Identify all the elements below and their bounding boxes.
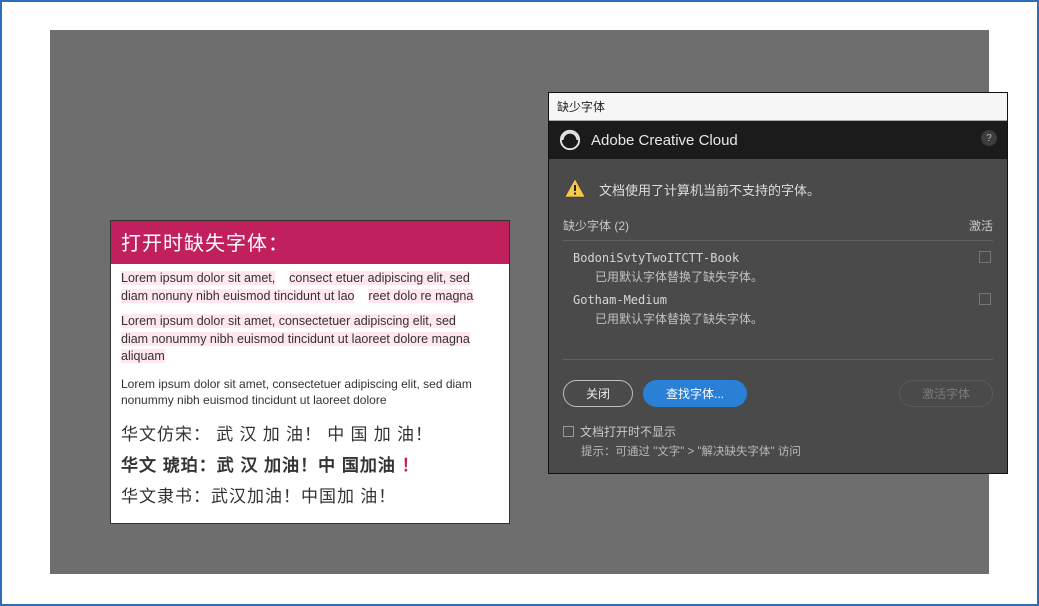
missing-fonts-dialog: 缺少字体 Adobe Creative Cloud ? 文档使用了计算机当前不支…	[548, 92, 1008, 474]
creative-cloud-bar: Adobe Creative Cloud ?	[549, 121, 1007, 159]
hint-text: 提示：可通过 "文字" > "解决缺失字体" 访问	[563, 443, 993, 459]
font-list-header: 缺少字体 (2) 激活	[549, 217, 1007, 240]
paragraph-2: Lorem ipsum dolor sit amet, consectetuer…	[121, 313, 499, 366]
close-button[interactable]: 关闭	[563, 380, 633, 407]
list-header-right: 激活	[969, 217, 993, 234]
font-list-item[interactable]: Gotham-Medium 已用默认字体替换了缺失字体。	[563, 289, 993, 331]
warning-row: 文档使用了计算机当前不支持的字体。	[549, 159, 1007, 217]
dialog-buttons: 关闭 查找字体... 激活字体	[549, 360, 1007, 417]
font-name: BodoniSvtyTwoITCTT-Book	[573, 251, 989, 265]
app-canvas: 打开时缺失字体： Lorem ipsum dolor sit amet, con…	[50, 30, 989, 574]
cjk-line-2: 华文 琥珀：武 汉 加油！中 国加油 ！	[121, 451, 499, 476]
font-list[interactable]: BodoniSvtyTwoITCTT-Book 已用默认字体替换了缺失字体。 G…	[563, 240, 993, 360]
font-list-item[interactable]: BodoniSvtyTwoITCTT-Book 已用默认字体替换了缺失字体。	[563, 247, 993, 289]
dont-show-row[interactable]: 文档打开时不显示	[563, 423, 993, 440]
paragraph-1: Lorem ipsum dolor sit amet, consect etue…	[121, 270, 499, 305]
dialog-titlebar[interactable]: 缺少字体	[549, 93, 1007, 121]
dont-show-label: 文档打开时不显示	[580, 423, 676, 440]
font-name: Gotham-Medium	[573, 293, 989, 307]
help-icon[interactable]: ?	[981, 130, 997, 146]
warning-icon	[563, 177, 587, 201]
cjk-line-1: 华文仿宋： 武 汉 加 油！ 中 国 加 油！	[121, 420, 499, 445]
find-fonts-button[interactable]: 查找字体...	[643, 380, 747, 407]
activate-fonts-button: 激活字体	[899, 380, 993, 407]
cjk-line-3: 华文隶书：武汉加油！中国加 油！	[121, 482, 499, 507]
list-header-left: 缺少字体 (2)	[563, 217, 629, 234]
dont-show-checkbox[interactable]	[563, 426, 574, 437]
activate-checkbox[interactable]	[979, 251, 991, 263]
warning-text: 文档使用了计算机当前不支持的字体。	[599, 180, 820, 199]
document-preview: 打开时缺失字体： Lorem ipsum dolor sit amet, con…	[110, 220, 510, 524]
paragraph-3: Lorem ipsum dolor sit amet, consectetuer…	[121, 376, 499, 408]
document-header: 打开时缺失字体：	[111, 221, 509, 264]
activate-checkbox[interactable]	[979, 293, 991, 305]
font-substitution-note: 已用默认字体替换了缺失字体。	[573, 310, 989, 327]
dialog-footer: 文档打开时不显示 提示：可通过 "文字" > "解决缺失字体" 访问	[549, 417, 1007, 473]
creative-cloud-icon	[559, 129, 581, 151]
document-body: Lorem ipsum dolor sit amet, consect etue…	[111, 264, 509, 523]
font-substitution-note: 已用默认字体替换了缺失字体。	[573, 268, 989, 285]
creative-cloud-title: Adobe Creative Cloud	[591, 132, 738, 149]
